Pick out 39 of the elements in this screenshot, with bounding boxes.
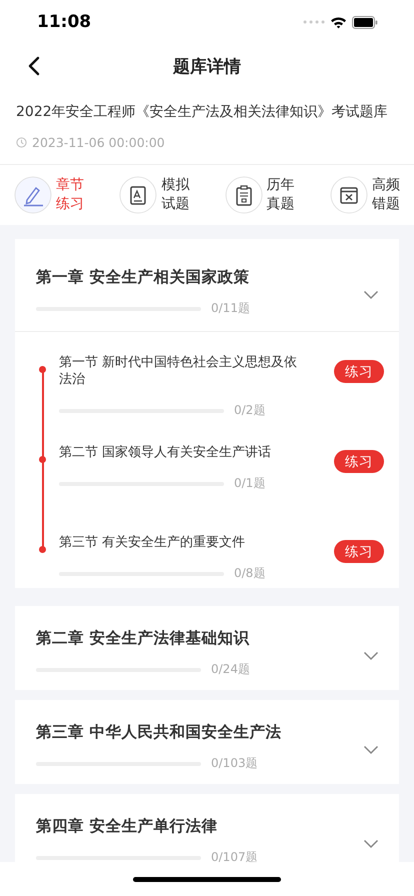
status-time: 11:08 — [37, 12, 92, 32]
chevron-icon[interactable] — [363, 651, 379, 661]
practice-button[interactable]: 练习 — [334, 450, 384, 473]
practice-button[interactable]: 练习 — [334, 540, 384, 563]
question-count: 0/2题 — [234, 402, 266, 419]
timeline-dot — [39, 366, 46, 373]
bank-title: 2022年安全工程师《安全生产法及相关法律知识》考试题库 — [16, 103, 389, 122]
question-count: 0/8题 — [234, 565, 266, 582]
timeline-dot — [39, 546, 46, 553]
chapter-title[interactable]: 第二章 安全生产法律基础知识 — [36, 628, 250, 649]
battery-icon — [352, 16, 378, 28]
question-count: 0/24题 — [211, 661, 250, 678]
clipboard-icon — [224, 176, 263, 214]
section-title: 第三节 有关安全生产的重要文件 — [59, 534, 246, 551]
tab[interactable]: 章节练习 — [14, 176, 84, 214]
page-title: 题库详情 — [173, 56, 241, 78]
chapter-title[interactable]: 第三章 中华人民共和国安全生产法 — [36, 722, 282, 743]
chapter-title[interactable]: 第四章 安全生产单行法律 — [36, 816, 258, 837]
timeline-dot — [39, 456, 46, 463]
tab[interactable]: 模拟试题 — [119, 176, 190, 214]
section-title: 第一节 新时代中国特色社会主义思想及依法治 — [59, 354, 298, 388]
question-count: 0/103题 — [211, 755, 258, 772]
question-count: 0/11题 — [211, 300, 250, 317]
tab[interactable]: 高频错题 — [330, 176, 400, 214]
signal-icon — [303, 19, 325, 25]
chevron-icon[interactable] — [363, 290, 379, 300]
question-count: 0/1题 — [234, 475, 266, 492]
tab[interactable]: 历年真题 — [224, 176, 295, 214]
cross-box-icon — [330, 176, 368, 214]
practice-button[interactable]: 练习 — [334, 360, 384, 383]
wifi-icon — [330, 16, 347, 28]
section-title: 第二节 国家领导人有关安全生产讲话 — [59, 444, 272, 461]
chevron-icon[interactable] — [363, 839, 379, 849]
bank-date: 2023-11-06 00:00:00 — [32, 135, 165, 150]
pencil-icon — [14, 176, 52, 214]
document-icon — [119, 176, 158, 214]
chevron-icon[interactable] — [363, 745, 379, 755]
clock-icon — [16, 137, 27, 148]
chapter-title[interactable]: 第一章 安全生产相关国家政策 — [36, 267, 250, 288]
